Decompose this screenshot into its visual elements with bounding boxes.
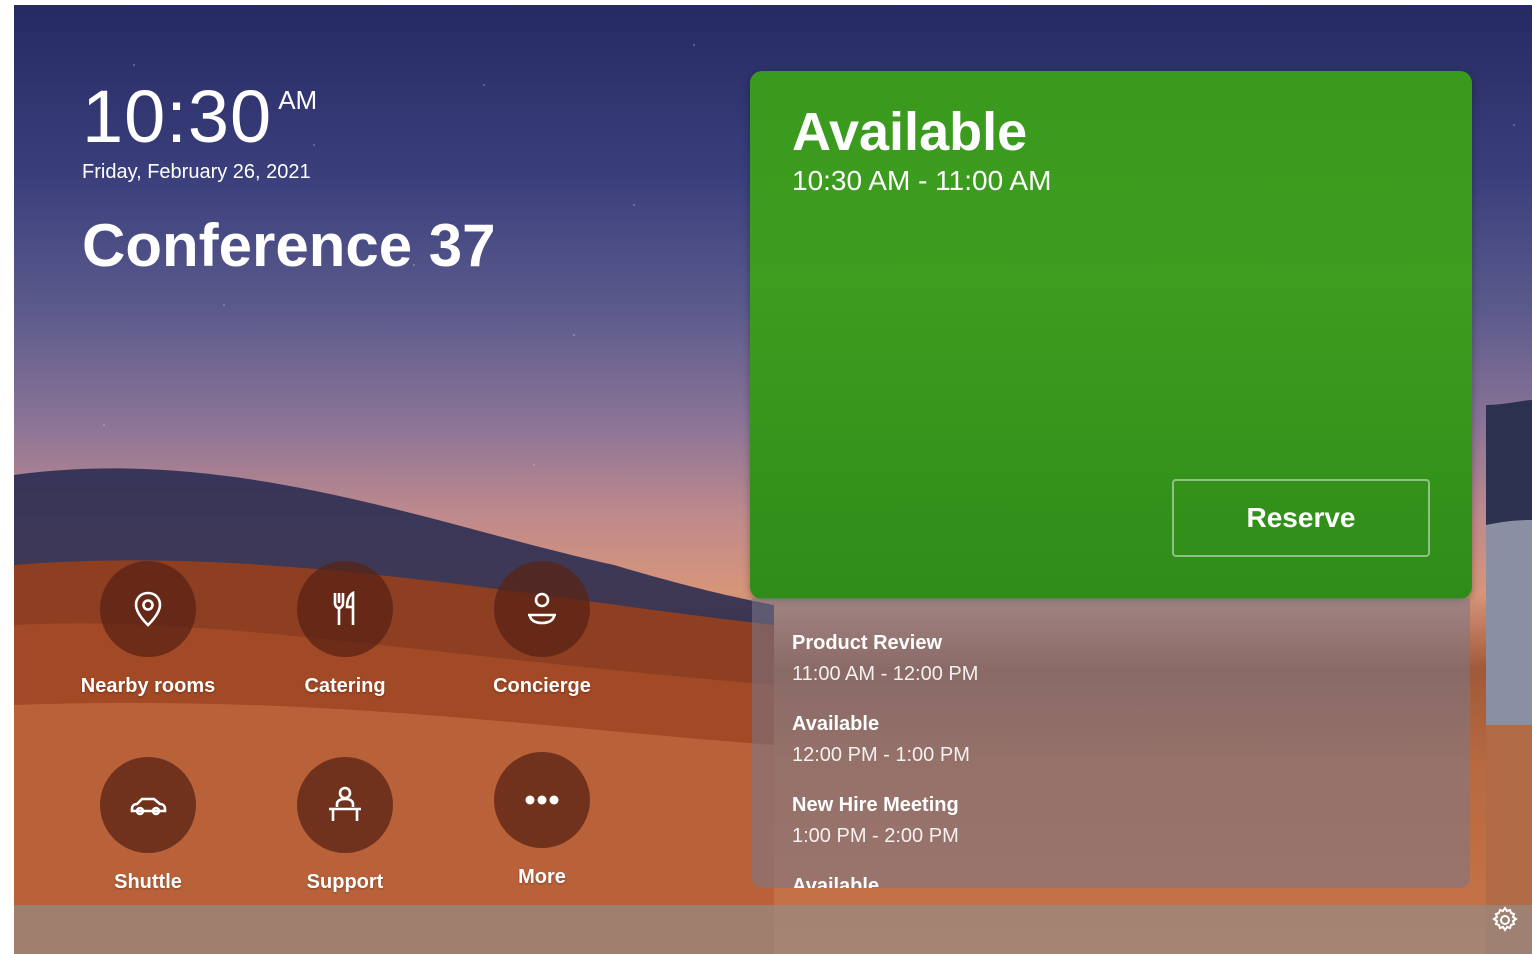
status-time-range: 10:30 AM - 11:00 AM: [792, 165, 1052, 196]
schedule-item[interactable]: New Hire Meeting 1:00 PM - 2:00 PM: [792, 794, 959, 848]
schedule-item-time: 11:00 AM - 12:00 PM: [792, 663, 979, 685]
reserve-button[interactable]: Reserve: [1172, 479, 1430, 557]
tile-nearby-rooms[interactable]: Nearby rooms: [58, 561, 238, 698]
tile-support[interactable]: Support: [255, 757, 435, 894]
tile-label: Nearby rooms: [80, 675, 216, 697]
tile-circle[interactable]: [494, 752, 590, 848]
tile-circle[interactable]: [100, 757, 196, 853]
tile-concierge[interactable]: Concierge: [452, 561, 632, 698]
schedule-item-time: 12:00 PM - 1:00 PM: [792, 744, 970, 766]
schedule-item-title: Product Review: [792, 632, 943, 654]
schedule-item[interactable]: Product Review 11:00 AM - 12:00 PM: [792, 632, 978, 686]
fork-knife-icon: [333, 590, 355, 625]
room-display-screen: 10:30 AM Friday, February 26, 2021 Confe…: [14, 5, 1532, 954]
tile-label: Shuttle: [114, 871, 182, 893]
tile-more[interactable]: More: [452, 752, 632, 889]
schedule-item[interactable]: Available 12:00 PM - 1:00 PM: [792, 713, 970, 767]
clock-time: 10:30: [82, 75, 273, 158]
status-label: Available: [792, 102, 1028, 162]
clock-ampm: AM: [278, 85, 318, 115]
schedule-item-time: 1:00 PM - 2:00 PM: [792, 825, 959, 847]
tile-circle[interactable]: [297, 757, 393, 853]
tile-circle[interactable]: [494, 561, 590, 657]
tile-shuttle[interactable]: Shuttle: [58, 757, 238, 894]
schedule-item-title: Available: [792, 875, 880, 888]
current-date: Friday, February 26, 2021: [82, 161, 311, 183]
schedule-list[interactable]: Product Review 11:00 AM - 12:00 PM Avail…: [752, 598, 1470, 888]
tile-catering[interactable]: Catering: [255, 561, 435, 698]
more-dots-icon: [525, 795, 559, 805]
tile-label: More: [518, 866, 566, 888]
schedule-item-title: Available: [792, 713, 880, 735]
room-status-card: Available 10:30 AM - 11:00 AM Reserve: [750, 71, 1472, 599]
room-name: Conference 37: [82, 212, 496, 279]
concierge-icon: [528, 592, 556, 625]
clock: 10:30 AM: [82, 75, 317, 159]
gear-icon[interactable]: [1490, 905, 1520, 935]
tile-circle[interactable]: [297, 561, 393, 657]
location-pin-icon: [134, 591, 162, 627]
tile-label: Catering: [304, 675, 386, 697]
schedule-item-title: New Hire Meeting: [792, 794, 959, 816]
schedule-item[interactable]: Available: [792, 875, 879, 888]
car-icon: [130, 797, 167, 816]
support-desk-icon: [329, 786, 361, 821]
tile-circle[interactable]: [100, 561, 196, 657]
tile-label: Support: [306, 871, 384, 893]
tile-label: Concierge: [493, 675, 591, 697]
